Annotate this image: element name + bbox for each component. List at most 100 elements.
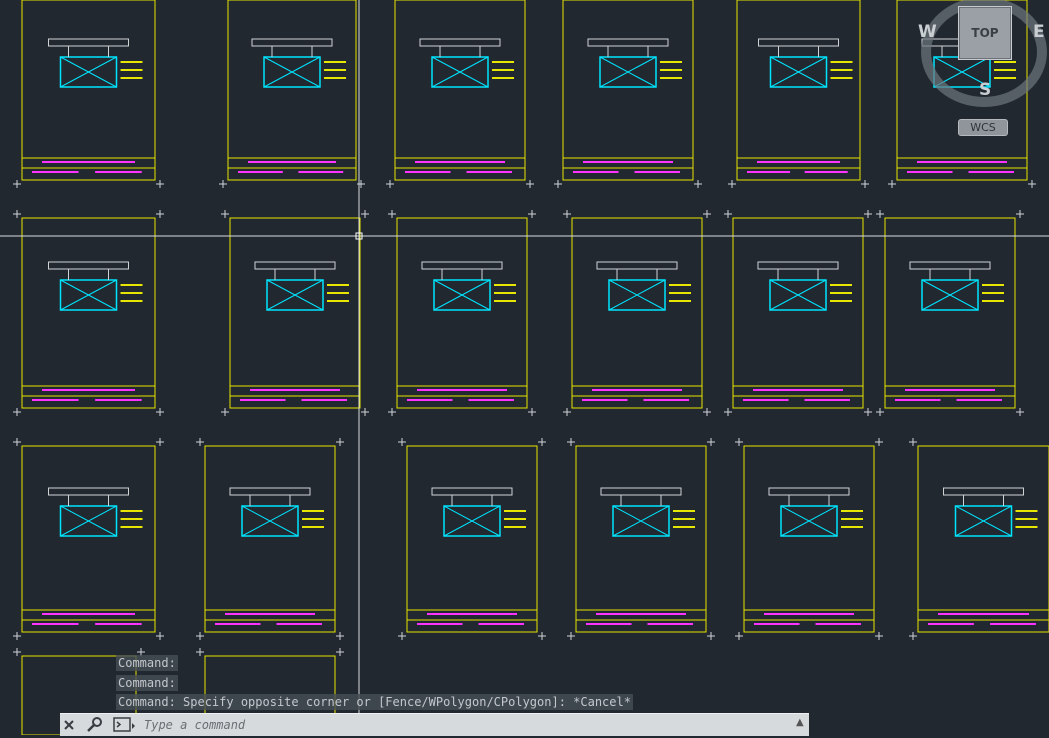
annotation-text [673, 518, 695, 520]
drawing-sheet [21, 217, 156, 409]
annotation-text [1015, 526, 1038, 528]
close-icon[interactable] [60, 716, 78, 734]
viewcube-east[interactable]: E [1033, 22, 1045, 42]
annotation-text [830, 284, 852, 286]
slab-detail [596, 261, 678, 270]
title-text [757, 161, 840, 163]
annotation-text [830, 77, 853, 79]
annotation-text [1015, 510, 1038, 512]
scroll-up-icon[interactable]: ▲ [796, 717, 808, 731]
title-text [417, 389, 507, 391]
title-text [42, 389, 135, 391]
annotation-text [660, 69, 682, 71]
annotation-text [324, 69, 346, 71]
annotation-text [120, 510, 143, 512]
annotation-text [982, 284, 1004, 286]
annotation-text [120, 61, 143, 63]
annotation-text [327, 300, 349, 302]
annotation-text [669, 284, 691, 286]
annotation-text [327, 292, 349, 294]
slab-detail [254, 261, 336, 270]
drawing-sheet [396, 217, 528, 409]
title-text [647, 623, 693, 625]
wcs-menu-button[interactable]: WCS [958, 119, 1008, 136]
annotation-text [494, 292, 516, 294]
title-text [747, 171, 791, 173]
drawing-sheet [575, 445, 707, 633]
title-text [250, 389, 340, 391]
title-text [95, 623, 142, 625]
title-text [917, 161, 1007, 163]
annotation-text [1015, 518, 1038, 520]
slab-detail [48, 261, 129, 270]
title-text [32, 399, 79, 401]
title-text [225, 613, 315, 615]
title-text [895, 399, 941, 401]
title-text [240, 399, 286, 401]
annotation-text [494, 300, 516, 302]
slab-detail [421, 261, 503, 270]
drawing-sheet [884, 217, 1016, 409]
command-history-line: Command: [116, 655, 178, 671]
title-text [32, 623, 79, 625]
annotation-text [120, 284, 143, 286]
viewcube-top-face[interactable]: TOP [958, 6, 1012, 60]
title-text [905, 389, 995, 391]
drawing-sheet [406, 445, 538, 633]
drawing-sheet [917, 445, 1049, 633]
wcs-label: WCS [970, 121, 996, 134]
title-text [804, 399, 850, 401]
slab-detail [758, 38, 839, 47]
title-text [468, 399, 514, 401]
annotation-text [504, 510, 526, 512]
annotation-text [830, 292, 852, 294]
title-text [42, 161, 135, 163]
title-text [990, 623, 1036, 625]
drawing-sheet [21, 445, 156, 633]
title-text [215, 623, 261, 625]
title-text [956, 399, 1002, 401]
viewcube-west[interactable]: W [918, 22, 937, 42]
command-history-line: Command: [116, 675, 178, 691]
slab-detail [251, 38, 333, 47]
title-text [276, 623, 322, 625]
annotation-text [302, 526, 324, 528]
slab-detail [587, 38, 669, 47]
annotation-text [504, 526, 526, 528]
slab-detail [229, 487, 311, 496]
title-text [592, 389, 682, 391]
viewcube-south[interactable]: S [979, 80, 991, 100]
title-text [248, 161, 336, 163]
annotation-text [492, 77, 514, 79]
title-text [238, 171, 283, 173]
drawing-sheet [732, 217, 864, 409]
drawing-canvas[interactable] [0, 0, 1049, 735]
annotation-text [492, 61, 514, 63]
annotation-text [120, 526, 143, 528]
drawing-sheet [394, 0, 526, 181]
wrench-icon[interactable] [84, 716, 104, 734]
title-text [405, 171, 451, 173]
command-history-line: Command: Specify opposite corner or [Fen… [116, 694, 633, 710]
title-text [907, 171, 953, 173]
title-text [596, 613, 686, 615]
command-input[interactable] [144, 716, 784, 733]
drawing-sheet [204, 445, 336, 633]
annotation-text [830, 61, 853, 63]
command-prompt-icon[interactable] [112, 716, 138, 733]
slab-detail [909, 261, 991, 270]
title-text [804, 171, 848, 173]
annotation-text [302, 518, 324, 520]
title-text [753, 389, 843, 391]
title-text [928, 623, 974, 625]
title-text [968, 171, 1014, 173]
slab-detail [48, 38, 129, 47]
annotation-text [492, 69, 514, 71]
slab-detail [768, 487, 850, 496]
annotation-text [494, 284, 516, 286]
title-text [743, 399, 789, 401]
slab-detail [419, 38, 501, 47]
title-text [764, 613, 854, 615]
annotation-text [982, 292, 1004, 294]
annotation-text [673, 526, 695, 528]
